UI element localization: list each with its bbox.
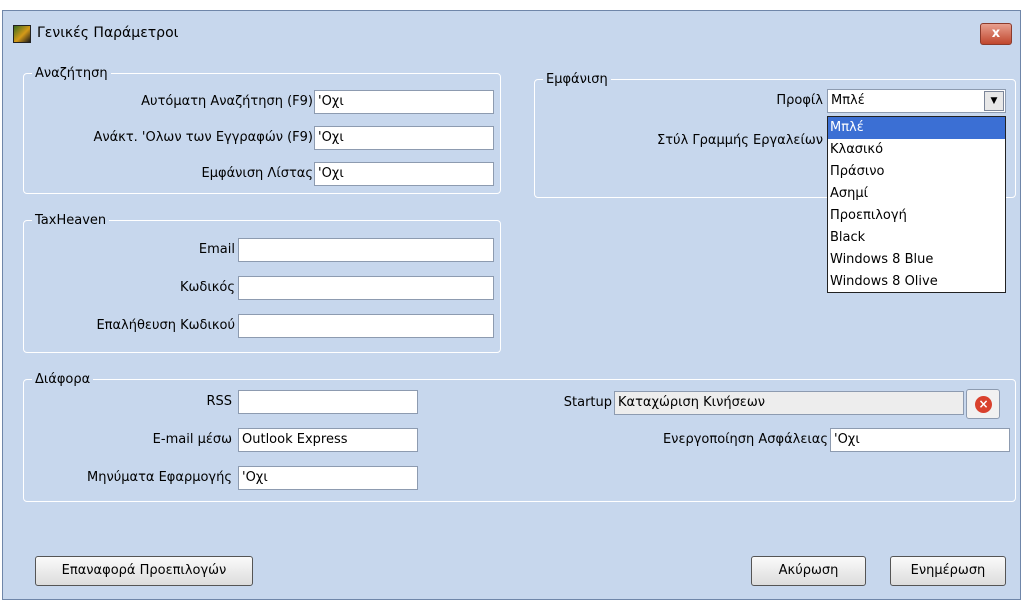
auto-search-field[interactable]: 'Οχι <box>314 90 494 114</box>
password-field[interactable] <box>238 276 494 300</box>
profile-option[interactable]: Μπλέ <box>828 117 1005 139</box>
password-label: Κωδικός <box>179 280 235 295</box>
auto-search-label: Αυτόματη Αναζήτηση (F9) <box>141 94 313 109</box>
reset-defaults-button[interactable]: Επαναφορά Προεπιλογών <box>35 556 253 586</box>
profile-option[interactable]: Windows 8 Blue <box>828 249 1005 271</box>
profile-label: Προφίλ <box>776 93 823 108</box>
startup-label: Startup <box>563 395 612 410</box>
update-button[interactable]: Ενημέρωση <box>890 556 1006 586</box>
close-icon: x <box>991 26 1001 41</box>
profile-select[interactable]: Μπλέ ▼ <box>827 89 1006 113</box>
appearance-legend: Εμφάνιση <box>546 72 608 87</box>
show-list-field[interactable]: 'Οχι <box>314 162 494 186</box>
profile-option[interactable]: Ασημί <box>828 183 1005 205</box>
misc-legend: Διάφορα <box>35 372 91 387</box>
confirm-password-field[interactable] <box>238 314 494 338</box>
taxheaven-legend: TaxHeaven <box>35 213 107 228</box>
clear-icon: × <box>975 396 992 413</box>
profile-option[interactable]: Black <box>828 227 1005 249</box>
security-field[interactable]: 'Οχι <box>830 428 1010 452</box>
rss-field[interactable] <box>238 390 418 414</box>
clear-startup-button[interactable]: × <box>966 389 1000 419</box>
profile-option[interactable]: Προεπιλογή <box>828 205 1005 227</box>
cancel-button[interactable]: Ακύρωση <box>751 556 866 586</box>
app-icon <box>13 25 31 43</box>
window-title: Γενικές Παράμετροι <box>37 25 179 41</box>
security-label: Ενεργοποίηση Ασφάλειας <box>662 432 828 447</box>
profile-option[interactable]: Windows 8 Olive <box>828 271 1005 293</box>
fetch-all-label: Ανάκτ. 'Ολων των Εγγραφών (F9) <box>93 130 313 145</box>
startup-field[interactable]: Καταχώριση Κινήσεων <box>614 391 964 415</box>
search-legend: Αναζήτηση <box>35 66 108 81</box>
email-label: Email <box>198 242 235 257</box>
messages-label: Μηνύματα Εφαρμογής <box>86 470 232 485</box>
profile-dropdown-list: Μπλέ Κλασικό Πράσινο Ασημί Προεπιλογή Bl… <box>827 116 1006 293</box>
profile-select-value: Μπλέ <box>831 93 865 108</box>
chevron-down-icon[interactable]: ▼ <box>984 91 1004 111</box>
rss-label: RSS <box>206 394 232 409</box>
email-via-field[interactable]: Outlook Express <box>238 428 418 452</box>
profile-option[interactable]: Κλασικό <box>828 139 1005 161</box>
email-via-label: E-mail μέσω <box>152 432 232 447</box>
email-field[interactable] <box>238 238 494 262</box>
close-button[interactable]: x <box>980 23 1012 45</box>
show-list-label: Εμφάνιση Λίστας <box>201 166 313 181</box>
toolbar-style-label: Στύλ Γραμμής Εργαλείων <box>657 133 823 148</box>
title-bar: Γενικές Παράμετροι x <box>3 11 1020 51</box>
fetch-all-field[interactable]: 'Οχι <box>314 126 494 150</box>
messages-field[interactable]: 'Οχι <box>238 466 418 490</box>
profile-option[interactable]: Πράσινο <box>828 161 1005 183</box>
confirm-password-label: Επαλήθευση Κωδικού <box>96 318 235 333</box>
